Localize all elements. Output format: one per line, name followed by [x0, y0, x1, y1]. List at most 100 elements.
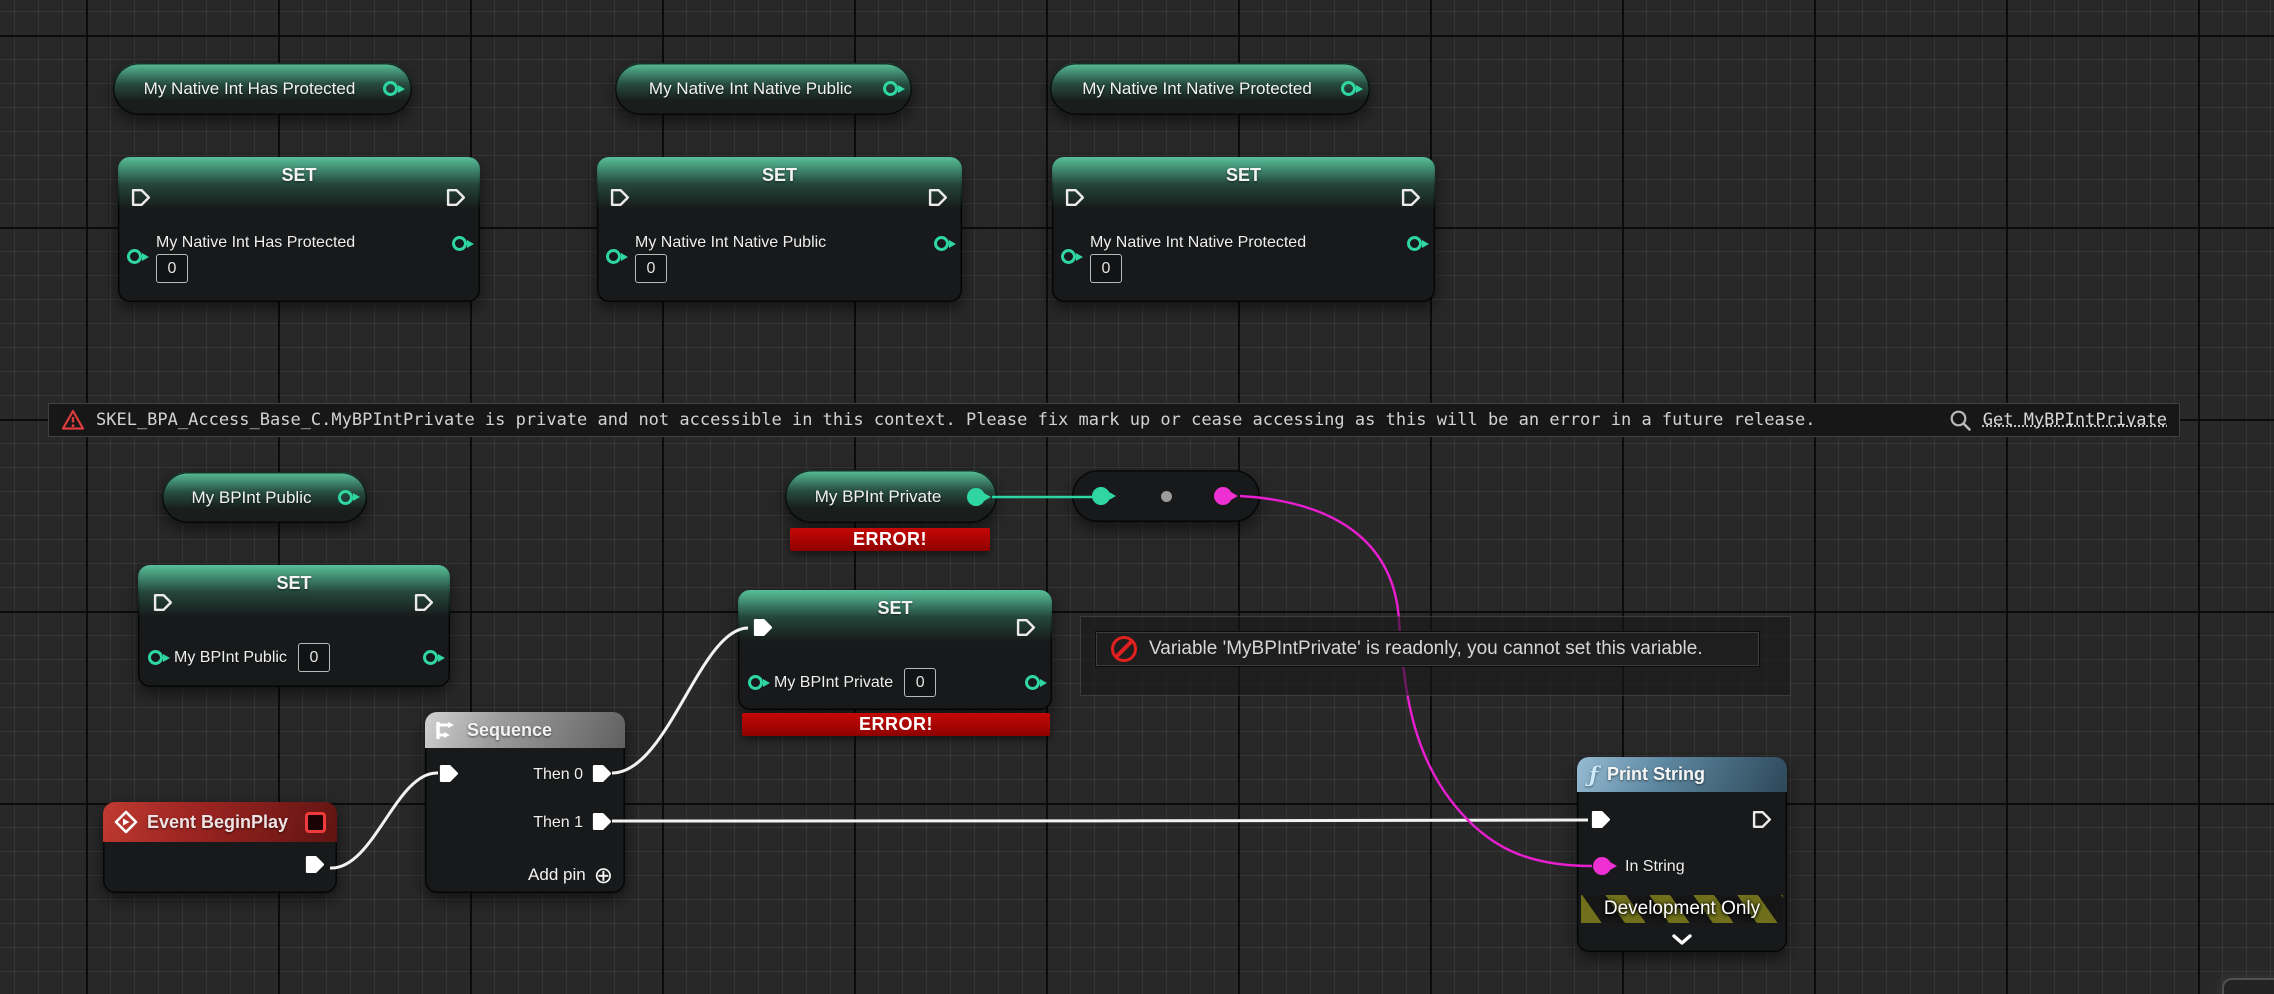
exec-output-pin[interactable]: [446, 188, 467, 207]
sequence-icon: [435, 721, 459, 740]
pin-label: My Native Int Has Protected: [156, 234, 355, 252]
conversion-dot-icon: [1161, 491, 1172, 502]
node-set-my-bpint-public[interactable]: SET My BPInt Public 0: [138, 565, 450, 687]
pin-label-in-string: In String: [1625, 858, 1685, 876]
development-only-banner: Development Only: [1581, 895, 1783, 923]
int-output-pin[interactable]: [1341, 81, 1356, 96]
exec-output-pin-then0-connected[interactable]: [592, 764, 613, 783]
int-output-pin[interactable]: [423, 650, 438, 665]
node-get-my-bpint-public[interactable]: My BPInt Public: [162, 472, 367, 523]
search-icon: [1949, 409, 1972, 432]
set-header-label: SET: [118, 165, 480, 186]
node-get-my-native-int-has-protected[interactable]: My Native Int Has Protected: [113, 63, 412, 115]
int-output-pin[interactable]: [383, 81, 398, 96]
blueprint-graph-canvas[interactable]: My Native Int Has Protected My Native In…: [0, 0, 2274, 994]
int-value-field[interactable]: 0: [298, 643, 330, 672]
set-header-label: SET: [738, 598, 1052, 619]
node-title: My Native Int Native Protected: [1082, 79, 1338, 99]
add-circle-icon: ⊕: [594, 864, 613, 886]
exec-output-pin-then1-connected[interactable]: [592, 812, 613, 831]
int-output-pin[interactable]: [934, 236, 949, 251]
string-input-pin-connected[interactable]: [1593, 857, 1611, 875]
int-value-field[interactable]: 0: [635, 254, 667, 283]
int-value-field[interactable]: 0: [1090, 254, 1122, 283]
pin-label: My BPInt Private: [774, 674, 893, 692]
set-header-label: SET: [597, 165, 962, 186]
exec-output-pin[interactable]: [928, 188, 949, 207]
wire-exec-then0-to-set[interactable]: [612, 628, 748, 773]
node-get-my-native-int-native-public[interactable]: My Native Int Native Public: [615, 63, 912, 115]
int-input-pin[interactable]: [606, 249, 621, 264]
prohibited-icon: [1111, 636, 1137, 662]
set-header-label: SET: [1052, 165, 1435, 186]
int-value-field[interactable]: 0: [156, 254, 188, 283]
pin-label-then0: Then 0: [533, 766, 583, 784]
exec-input-pin[interactable]: [1065, 188, 1086, 207]
pin-label: My BPInt Public: [174, 649, 287, 667]
int-output-pin-connected[interactable]: [967, 488, 985, 506]
node-set-my-bpint-private[interactable]: SET My BPInt Private 0: [738, 590, 1052, 710]
set-header-label: SET: [138, 573, 450, 594]
int-output-pin[interactable]: [1025, 675, 1040, 690]
exec-output-pin-connected[interactable]: [305, 855, 326, 874]
int-input-pin[interactable]: [148, 650, 163, 665]
node-event-beginplay[interactable]: Event BeginPlay: [103, 802, 337, 893]
offscreen-node-corner: [2222, 978, 2274, 994]
int-input-pin[interactable]: [1061, 249, 1076, 264]
int-output-pin[interactable]: [338, 490, 353, 505]
event-override-icon: [305, 812, 326, 833]
node-header: Event BeginPlay: [103, 802, 337, 842]
node-title: Print String: [1607, 764, 1705, 785]
readonly-error-tooltip: Variable 'MyBPIntPrivate' is readonly, y…: [1096, 632, 1759, 666]
int-input-pin[interactable]: [748, 675, 763, 690]
node-title: Event BeginPlay: [147, 812, 296, 833]
int-input-pin[interactable]: [127, 249, 142, 264]
add-pin-button[interactable]: Add pin ⊕: [528, 864, 613, 886]
node-set-my-native-int-has-protected[interactable]: SET My Native Int Has Protected 0: [118, 157, 480, 302]
exec-input-pin-connected[interactable]: [1591, 810, 1612, 829]
exec-output-pin[interactable]: [1016, 618, 1037, 637]
string-output-pin-connected[interactable]: [1214, 487, 1232, 505]
node-get-my-native-int-native-protected[interactable]: My Native Int Native Protected: [1050, 63, 1370, 115]
int-output-pin[interactable]: [1407, 236, 1422, 251]
node-title: My Native Int Native Public: [649, 79, 878, 99]
chevron-down-icon[interactable]: [1670, 934, 1694, 946]
warning-triangle-icon: [61, 409, 85, 431]
int-input-pin-connected[interactable]: [1092, 487, 1110, 505]
tooltip-text: Variable 'MyBPIntPrivate' is readonly, y…: [1149, 638, 1703, 660]
wire-exec-beginplay-to-sequence[interactable]: [330, 773, 438, 868]
exec-output-pin[interactable]: [414, 593, 435, 612]
tooltip-frame: Variable 'MyBPIntPrivate' is readonly, y…: [1080, 616, 1791, 696]
fixup-link-get-mybpintprivate[interactable]: Get MyBPIntPrivate: [1983, 410, 2167, 430]
error-banner: ERROR!: [742, 713, 1050, 736]
node-title: My BPInt Public: [192, 488, 338, 508]
function-icon: ƒ: [1589, 762, 1598, 787]
node-set-my-native-int-native-public[interactable]: SET My Native Int Native Public 0: [597, 157, 962, 302]
node-print-string[interactable]: ƒ Print String In String Development Onl…: [1577, 757, 1787, 952]
pin-label: My Native Int Native Public: [635, 234, 826, 252]
node-title: My Native Int Has Protected: [144, 79, 382, 99]
int-output-pin[interactable]: [883, 81, 898, 96]
exec-input-pin-connected[interactable]: [439, 764, 460, 783]
node-title: Sequence: [467, 720, 552, 741]
exec-input-pin-connected[interactable]: [753, 618, 774, 637]
node-header: Sequence: [425, 712, 625, 748]
wire-exec-then1-to-printstring[interactable]: [612, 820, 1588, 821]
error-banner: ERROR!: [790, 528, 990, 551]
pin-label: My Native Int Native Protected: [1090, 234, 1306, 252]
node-set-my-native-int-native-protected[interactable]: SET My Native Int Native Protected 0: [1052, 157, 1435, 302]
exec-input-pin[interactable]: [610, 188, 631, 207]
exec-output-pin[interactable]: [1401, 188, 1422, 207]
node-get-my-bpint-private[interactable]: My BPInt Private: [785, 470, 997, 523]
node-title: My BPInt Private: [815, 487, 968, 507]
node-int-to-string-conversion[interactable]: [1072, 470, 1260, 522]
compiler-warning-bar: SKEL_BPA_Access_Base_C.MyBPIntPrivate is…: [48, 403, 2180, 437]
exec-input-pin[interactable]: [131, 188, 152, 207]
pin-label-then1: Then 1: [533, 814, 583, 832]
exec-input-pin[interactable]: [153, 593, 174, 612]
add-pin-label: Add pin: [528, 865, 586, 885]
node-sequence[interactable]: Sequence Then 0 Then 1 Add pin ⊕: [425, 712, 625, 893]
exec-output-pin[interactable]: [1752, 810, 1773, 829]
int-value-field[interactable]: 0: [904, 668, 936, 697]
int-output-pin[interactable]: [452, 236, 467, 251]
